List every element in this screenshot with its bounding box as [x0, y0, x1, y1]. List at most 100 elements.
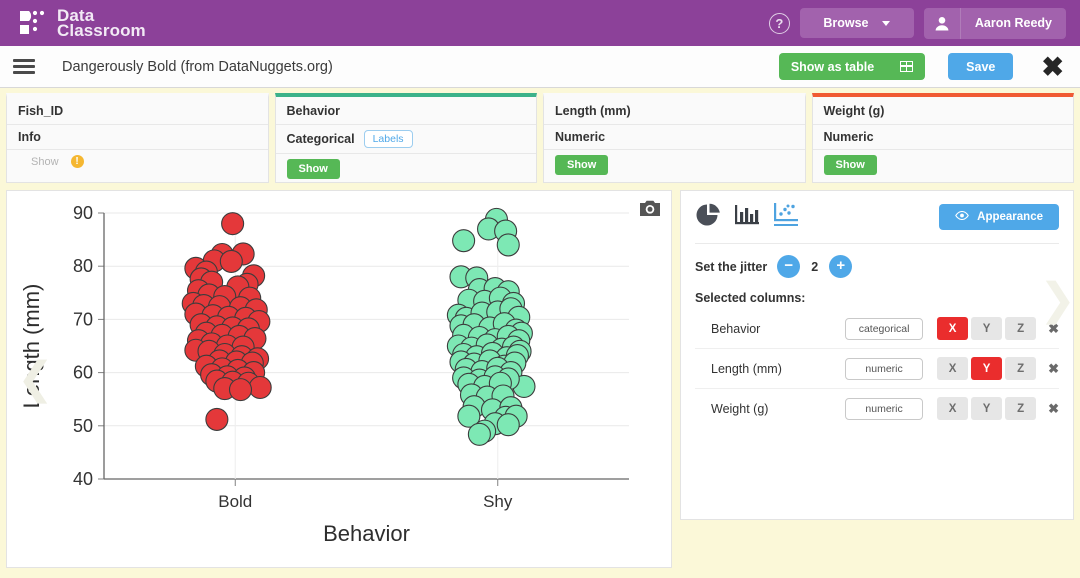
selected-column-name: Weight (g): [711, 401, 769, 416]
data-point: [219, 249, 243, 273]
show-as-table-label: Show as table: [790, 59, 875, 74]
brand-line-2: Classroom: [57, 21, 146, 40]
data-point: [248, 375, 272, 400]
column-card-weight[interactable]: Weight (g) Numeric Show: [811, 93, 1074, 183]
dataclassroom-logo-icon: [18, 8, 48, 38]
jitter-value: 2: [811, 259, 819, 274]
appearance-button[interactable]: Appearance: [939, 203, 1059, 230]
next-chart-chevron-icon[interactable]: ❯: [1039, 278, 1076, 322]
data-point: [205, 407, 229, 431]
save-button[interactable]: Save: [948, 53, 1014, 80]
remove-column-icon[interactable]: ✖: [1048, 401, 1059, 417]
help-icon[interactable]: ?: [768, 12, 790, 34]
column-action-row: Show: [544, 150, 805, 180]
show-button[interactable]: Show: [286, 159, 340, 179]
warning-icon[interactable]: !: [70, 155, 84, 168]
selected-column-row-length: Length (mm) numeric X Y Z ✖: [695, 349, 1059, 389]
data-point: [467, 422, 491, 446]
jitter-control: Set the jitter − 2 +: [695, 244, 1059, 291]
column-cards-strip: Fish_ID Info Show ! Behavior Categorical…: [6, 93, 1074, 183]
svg-text:90: 90: [73, 203, 93, 223]
chart-settings-panel: Appearance Set the jitter − 2 + Selected…: [680, 190, 1074, 520]
svg-text:80: 80: [73, 256, 93, 276]
jitter-increase-button[interactable]: +: [829, 255, 853, 278]
column-card-fish-id[interactable]: Fish_ID Info Show !: [6, 93, 269, 183]
column-type-label: Info: [18, 130, 41, 144]
bar-chart-icon[interactable]: [734, 203, 760, 232]
remove-column-icon[interactable]: ✖: [1048, 361, 1059, 377]
main-content-row: ❮ 40 50 60 70 80 90 Bold Shy Behavior Length (mm): [6, 190, 1074, 568]
svg-text:70: 70: [73, 309, 93, 329]
axis-z-button[interactable]: Z: [1005, 357, 1037, 380]
column-type-pill[interactable]: numeric: [845, 357, 924, 380]
selected-column-name: Behavior: [711, 321, 761, 336]
eye-icon: [955, 210, 969, 223]
svg-text:40: 40: [73, 469, 93, 489]
column-type-label: Numeric: [555, 130, 606, 144]
workspace-background: Fish_ID Info Show ! Behavior Categorical…: [0, 88, 1080, 578]
axis-toggle-group: X Y Z: [937, 397, 1037, 420]
top-navigation-bar: Data Classroom ? Browse Aaron Reedy: [0, 0, 1080, 46]
selected-column-name: Length (mm): [711, 361, 782, 376]
svg-text:Shy: Shy: [483, 492, 513, 511]
svg-text:Bold: Bold: [218, 492, 252, 511]
column-type-pill[interactable]: categorical: [845, 317, 924, 340]
axis-x-button[interactable]: X: [937, 357, 969, 380]
data-point: [228, 378, 253, 402]
svg-text:Behavior: Behavior: [323, 521, 410, 546]
page-title: Dangerously Bold (from DataNuggets.org): [62, 58, 333, 75]
axis-y-button[interactable]: Y: [971, 357, 1003, 380]
column-type-pill[interactable]: numeric: [845, 397, 924, 420]
brand-logo-group[interactable]: Data Classroom: [18, 7, 146, 40]
chart-settings-header: Appearance: [695, 201, 1059, 232]
user-name-label: Aaron Reedy: [974, 16, 1052, 30]
table-grid-icon: [900, 61, 914, 72]
menu-hamburger-icon[interactable]: [10, 56, 38, 77]
scatter-plot-icon[interactable]: [773, 201, 799, 232]
axis-y-button[interactable]: Y: [971, 397, 1003, 420]
chart-type-selector: [695, 201, 799, 232]
browse-button[interactable]: Browse: [799, 8, 914, 38]
selected-columns-label: Selected columns:: [695, 291, 806, 305]
user-menu[interactable]: Aaron Reedy: [923, 7, 1066, 39]
data-point: [452, 229, 476, 253]
column-name: Behavior: [275, 97, 536, 125]
svg-text:60: 60: [73, 363, 93, 383]
data-point: [496, 413, 520, 437]
jitter-decrease-button[interactable]: −: [777, 255, 801, 278]
data-point: [221, 212, 245, 236]
column-type-row: Numeric: [544, 125, 805, 150]
user-avatar-icon: [924, 7, 961, 39]
document-title-bar: Dangerously Bold (from DataNuggets.org) …: [0, 46, 1080, 88]
brand-wordmark: Data Classroom: [57, 7, 146, 40]
appearance-label: Appearance: [977, 210, 1043, 223]
column-name: Weight (g): [812, 97, 1073, 125]
close-icon[interactable]: ✖: [1041, 53, 1064, 80]
svg-text:50: 50: [73, 416, 93, 436]
show-as-table-button[interactable]: Show as table: [778, 53, 926, 80]
axis-toggle-group: X Y Z: [937, 317, 1037, 340]
column-type-label: Numeric: [823, 130, 874, 144]
labels-pill-button[interactable]: Labels: [363, 130, 413, 148]
axis-z-button[interactable]: Z: [1005, 317, 1037, 340]
pie-chart-icon[interactable]: [695, 203, 721, 232]
browse-label: Browse: [823, 16, 869, 30]
camera-snapshot-icon[interactable]: [639, 199, 661, 217]
show-button[interactable]: Show: [555, 155, 609, 175]
top-nav-actions: ? Browse Aaron Reedy: [768, 7, 1066, 39]
axis-toggle-group: X Y Z: [937, 357, 1037, 380]
axis-x-button[interactable]: X: [937, 397, 969, 420]
axis-z-button[interactable]: Z: [1005, 397, 1037, 420]
axis-y-button[interactable]: Y: [971, 317, 1003, 340]
axis-x-button[interactable]: X: [937, 317, 969, 340]
column-action-row: Show: [813, 150, 1074, 180]
column-card-length[interactable]: Length (mm) Numeric Show: [543, 93, 806, 183]
show-button[interactable]: Show: [823, 155, 877, 175]
previous-chart-chevron-icon[interactable]: ❮: [17, 357, 54, 401]
jitter-label: Set the jitter: [695, 259, 768, 274]
show-button-disabled: Show: [31, 155, 59, 168]
column-action-row: Show: [276, 154, 537, 184]
column-card-behavior[interactable]: Behavior Categorical Labels Show: [274, 93, 537, 184]
column-type-row: Info: [7, 125, 268, 150]
column-type-row: Numeric: [812, 125, 1073, 150]
